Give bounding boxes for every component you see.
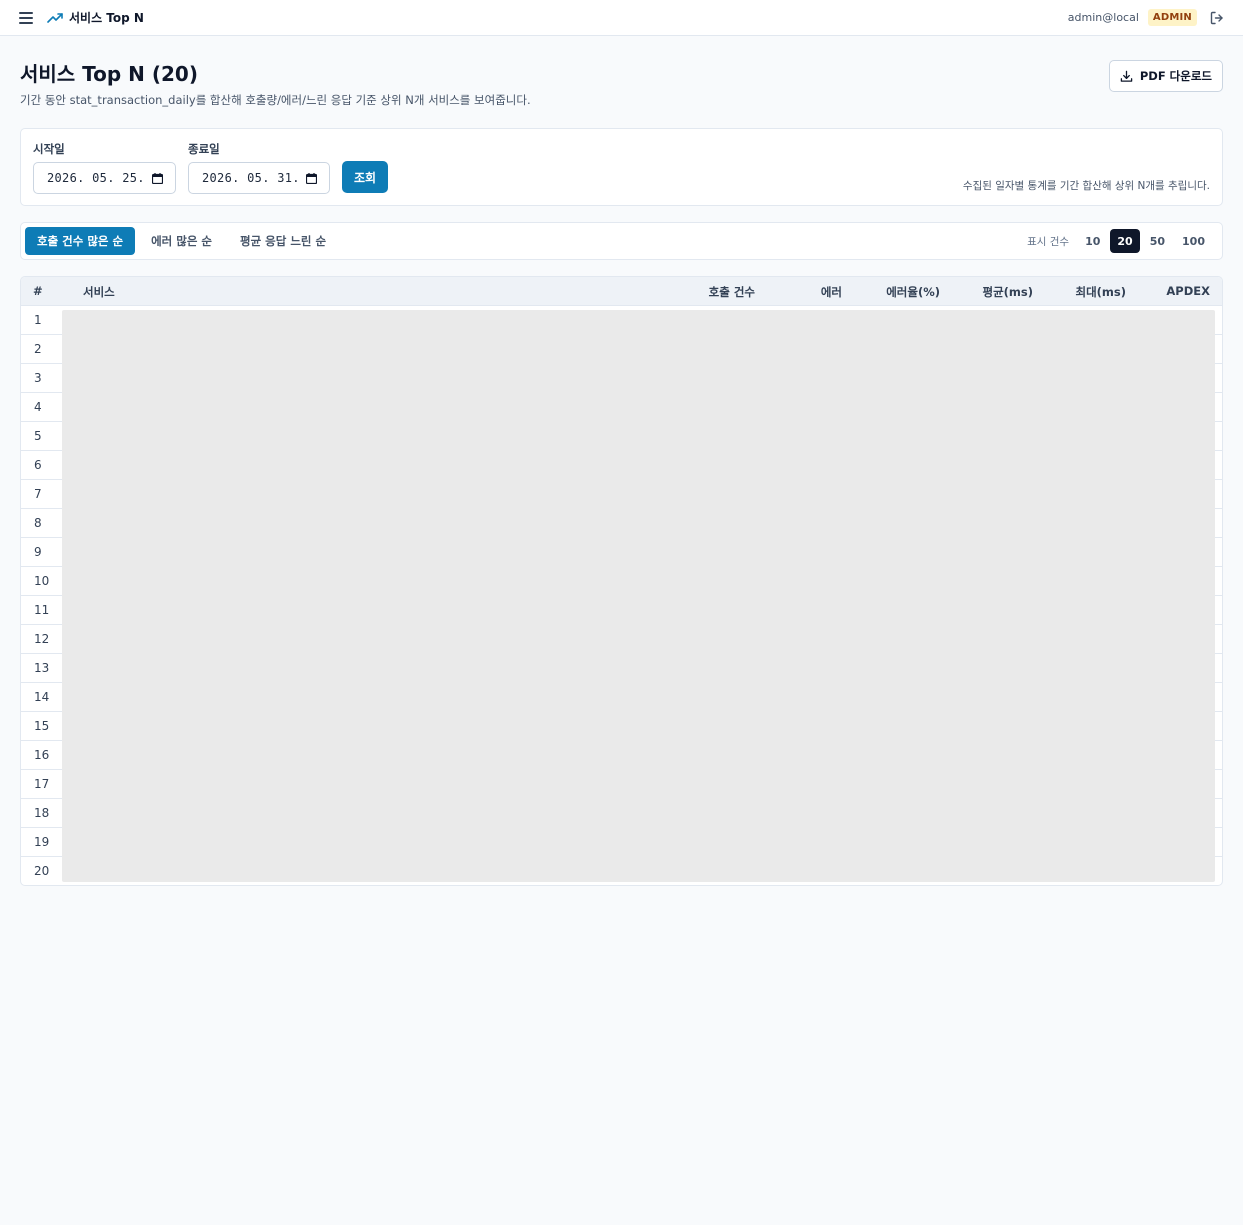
col-service[interactable]: 서비스	[83, 284, 115, 300]
row-rank: 18	[34, 806, 50, 820]
row-rank: 1	[34, 313, 42, 327]
display-count-group: 표시 건수 10 20 50 100	[1027, 229, 1218, 253]
col-apdex[interactable]: APDEX	[1166, 284, 1210, 298]
row-rank: 5	[34, 429, 42, 443]
brand: 서비스 Top N	[47, 9, 144, 26]
filter-card: 시작일 2026. 05. 25. 종료일 2026. 05. 31. 조회 수…	[20, 128, 1223, 206]
loading-skeleton	[62, 310, 1215, 882]
row-rank: 9	[34, 545, 42, 559]
pdf-download-label: PDF 다운로드	[1139, 69, 1212, 83]
row-rank: 4	[34, 400, 42, 414]
row-rank: 6	[34, 458, 42, 472]
logout-icon[interactable]	[1209, 10, 1225, 26]
sort-bar: 호출 건수 많은 순 에러 많은 순 평균 응답 느린 순 표시 건수 10 2…	[20, 222, 1223, 260]
top-bar: 서비스 Top N admin@local ADMIN	[0, 0, 1243, 36]
role-badge: ADMIN	[1147, 9, 1197, 26]
col-errors[interactable]: 에러	[821, 284, 842, 300]
pdf-download-button[interactable]: PDF 다운로드	[1108, 60, 1223, 92]
end-date-field: 종료일 2026. 05. 31.	[188, 141, 330, 194]
page-description: 기간 동안 stat_transaction_daily를 합산해 호출량/에러…	[20, 93, 531, 107]
app-title: 서비스 Top N	[69, 11, 144, 25]
start-date-input[interactable]: 2026. 05. 25.	[33, 162, 176, 194]
query-button[interactable]: 조회	[342, 161, 388, 193]
row-rank: 14	[34, 690, 50, 704]
filter-note: 수집된 일자별 통계를 기간 합산해 상위 N개를 추립니다.	[962, 180, 1210, 192]
count-option-50[interactable]: 50	[1143, 229, 1172, 253]
calendar-icon[interactable]	[306, 172, 317, 184]
row-rank: 16	[34, 748, 50, 762]
row-rank: 13	[34, 661, 50, 675]
download-icon	[1120, 70, 1133, 82]
calendar-icon[interactable]	[152, 172, 163, 184]
table-header: # 서비스 호출 건수 에러 에러율(%) 평균(ms) 최대(ms) APDE…	[21, 277, 1222, 306]
col-error-rate[interactable]: 에러율(%)	[886, 284, 940, 300]
row-rank: 7	[34, 487, 42, 501]
end-date-input[interactable]: 2026. 05. 31.	[188, 162, 330, 194]
trending-up-icon	[47, 12, 63, 23]
user-email: admin@local	[1067, 11, 1139, 24]
end-date-value: 2026. 05. 31.	[202, 171, 300, 185]
end-date-label: 종료일	[188, 142, 220, 156]
row-rank: 20	[34, 864, 50, 878]
row-rank: 10	[34, 574, 50, 588]
row-rank: 8	[34, 516, 42, 530]
row-rank: 2	[34, 342, 42, 356]
count-option-100[interactable]: 100	[1175, 229, 1212, 253]
col-calls[interactable]: 호출 건수	[709, 284, 755, 300]
page-title: 서비스 Top N (20)	[20, 62, 198, 86]
page-header: 서비스 Top N (20) 기간 동안 stat_transaction_da…	[20, 60, 1223, 116]
row-rank: 12	[34, 632, 50, 646]
count-option-10[interactable]: 10	[1078, 229, 1107, 253]
service-table: # 서비스 호출 건수 에러 에러율(%) 평균(ms) 최대(ms) APDE…	[20, 276, 1223, 886]
row-rank: 3	[34, 371, 42, 385]
sort-tab-slow[interactable]: 평균 응답 느린 순	[228, 227, 338, 255]
start-date-field: 시작일 2026. 05. 25.	[33, 141, 176, 194]
menu-icon[interactable]	[19, 11, 33, 24]
count-option-20[interactable]: 20	[1110, 229, 1140, 253]
start-date-value: 2026. 05. 25.	[47, 171, 145, 185]
row-rank: 15	[34, 719, 50, 733]
col-rank: #	[33, 284, 43, 298]
display-count-label: 표시 건수	[1027, 235, 1070, 248]
row-rank: 11	[34, 603, 50, 617]
row-rank: 17	[34, 777, 50, 791]
sort-tab-calls[interactable]: 호출 건수 많은 순	[25, 227, 136, 255]
start-date-label: 시작일	[33, 142, 65, 156]
row-rank: 19	[34, 835, 50, 849]
sort-tab-errors[interactable]: 에러 많은 순	[139, 227, 224, 255]
col-avg[interactable]: 평균(ms)	[983, 284, 1034, 300]
col-max[interactable]: 최대(ms)	[1076, 284, 1127, 300]
